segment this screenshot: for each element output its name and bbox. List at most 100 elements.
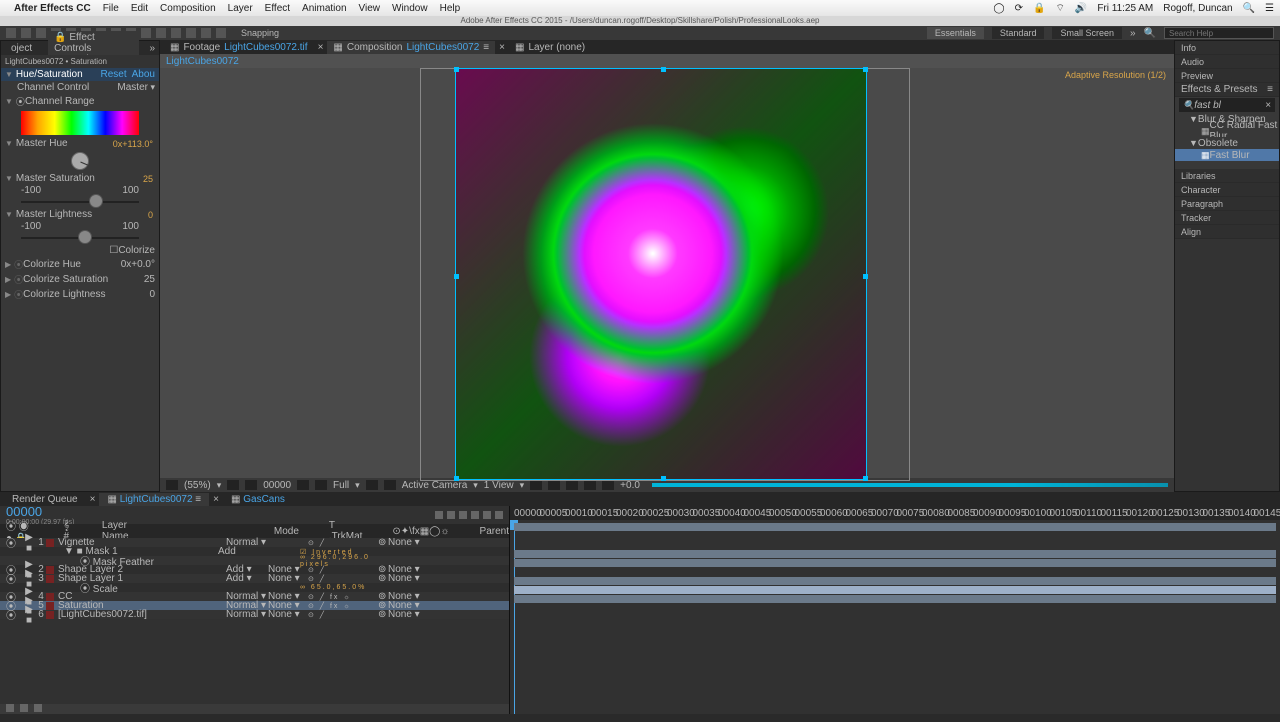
fx-reset[interactable]: Reset — [101, 69, 127, 80]
current-frame[interactable]: 00000 — [6, 504, 75, 519]
menu-effect[interactable]: Effect — [265, 3, 290, 14]
val-master-hue[interactable]: 0x+113.0° — [113, 139, 153, 149]
views-dropdown[interactable]: 1 View — [484, 480, 514, 491]
twirl-icon[interactable]: ▼ — [5, 70, 13, 79]
twirl-icon[interactable]: ▶ — [5, 290, 11, 299]
menu-file[interactable]: File — [103, 3, 119, 14]
channel-icon[interactable] — [315, 480, 327, 490]
panel-info[interactable]: Info — [1175, 41, 1279, 55]
menu-edit[interactable]: Edit — [131, 3, 148, 14]
colorize-checkbox[interactable]: ☐ — [109, 245, 118, 256]
time-ruler[interactable]: 0000000005000100001500020000250003000035… — [510, 506, 1280, 520]
panel-libraries[interactable]: Libraries — [1175, 169, 1279, 183]
effects-search-input[interactable]: 🔍 fast bl × — [1179, 98, 1275, 112]
workspace-essentials[interactable]: Essentials — [927, 27, 984, 39]
layer-bar[interactable] — [514, 577, 1276, 585]
mask-icon[interactable] — [245, 480, 257, 490]
saturation-slider[interactable] — [21, 196, 139, 208]
camera-dropdown[interactable]: Active Camera — [402, 480, 468, 491]
pane-toggle-icon[interactable] — [34, 704, 42, 712]
menubar-notifications-icon[interactable]: ☰ — [1265, 3, 1274, 14]
brush-tool-icon[interactable] — [156, 28, 166, 38]
roi-icon[interactable] — [366, 480, 378, 490]
twirl-icon[interactable]: ▼ — [5, 97, 13, 106]
panel-align[interactable]: Align — [1175, 225, 1279, 239]
menubar-clock[interactable]: Fri 11:25 AM — [1097, 3, 1153, 14]
menu-layer[interactable]: Layer — [228, 3, 253, 14]
workspace-small-screen[interactable]: Small Screen — [1052, 27, 1122, 39]
snapping-toggle[interactable]: Snapping — [241, 28, 279, 38]
roto-tool-icon[interactable] — [201, 28, 211, 38]
menu-composition[interactable]: Composition — [160, 3, 216, 14]
val-master-saturation[interactable]: 25 — [143, 174, 153, 184]
tab-project[interactable]: oject — [5, 42, 38, 55]
hand-tool-icon[interactable] — [21, 28, 31, 38]
timeline-search-icon[interactable] — [435, 511, 443, 519]
comp-breadcrumb[interactable]: LightCubes0072 — [166, 56, 239, 67]
type-tool-icon[interactable] — [141, 28, 151, 38]
zoom-level[interactable]: (55%) — [184, 480, 211, 491]
panel-paragraph[interactable]: Paragraph — [1175, 197, 1279, 211]
twirl-icon[interactable]: ▼ — [5, 174, 13, 183]
channel-control-dropdown[interactable]: Master — [117, 82, 148, 93]
tab-timeline-active[interactable]: ▦ LightCubes0072 ≡ — [99, 493, 209, 506]
twirl-icon[interactable]: ▶ — [5, 275, 11, 284]
pixel-aspect-icon[interactable] — [530, 480, 542, 490]
tab-footage[interactable]: ▦ Footage LightCubes0072.tif — [164, 41, 314, 54]
preset-cc-radial-fast-blur[interactable]: ▦ CC Radial Fast Blur — [1175, 125, 1279, 137]
panel-effects-presets[interactable]: Effects & Presets≡ — [1175, 83, 1279, 97]
layer-bar[interactable] — [514, 595, 1276, 603]
transparency-icon[interactable] — [384, 480, 396, 490]
lightness-slider[interactable] — [21, 232, 139, 244]
fx-hue-saturation[interactable]: Hue/Saturation — [16, 69, 101, 80]
graph-editor-icon[interactable] — [495, 511, 503, 519]
menu-window[interactable]: Window — [392, 3, 428, 14]
exposure-value[interactable]: +0.0 — [620, 480, 640, 491]
panel-preview[interactable]: Preview — [1175, 69, 1279, 83]
menubar-volume-icon[interactable]: 🔊 — [1075, 3, 1087, 14]
panel-tracker[interactable]: Tracker — [1175, 211, 1279, 225]
eraser-tool-icon[interactable] — [186, 28, 196, 38]
menu-help[interactable]: Help — [440, 3, 461, 14]
reset-exposure-icon[interactable] — [602, 480, 614, 490]
layer-bar[interactable] — [514, 586, 1276, 594]
track-area[interactable] — [510, 520, 1280, 714]
layer-row[interactable]: ⦿▶ ■6[LightCubes0072.tif]Normal ▾None ▾⊙… — [0, 610, 509, 619]
current-time[interactable]: 00000 — [263, 480, 291, 491]
app-menu[interactable]: After Effects CC — [14, 3, 91, 14]
toggle-switches-icon[interactable] — [6, 704, 14, 712]
menubar-lock-icon[interactable]: 🔒 — [1033, 3, 1045, 14]
selection-tool-icon[interactable] — [6, 28, 16, 38]
menubar-cc-icon[interactable]: ◯ — [993, 3, 1004, 14]
snapshot-icon[interactable] — [297, 480, 309, 490]
draidden-icon[interactable] — [459, 511, 467, 519]
layer-bar[interactable] — [514, 550, 1276, 558]
comp-flow-icon[interactable] — [584, 480, 596, 490]
angle-control[interactable] — [71, 152, 89, 170]
fx-about[interactable]: Abou — [132, 69, 155, 80]
twirl-icon[interactable]: ▶ — [5, 260, 11, 269]
menu-view[interactable]: View — [359, 3, 381, 14]
puppet-tool-icon[interactable] — [216, 28, 226, 38]
val-master-lightness[interactable]: 0 — [148, 210, 153, 220]
tab-layer[interactable]: ▦ Layer (none) — [509, 41, 591, 54]
layer-bar[interactable] — [514, 559, 1276, 567]
menubar-sync-icon[interactable]: ⟳ — [1015, 3, 1023, 14]
panel-audio[interactable]: Audio — [1175, 55, 1279, 69]
viewer-canvas[interactable]: Adaptive Resolution (1/2) — [160, 68, 1174, 478]
menubar-spotlight-icon[interactable]: 🔍 — [1243, 3, 1255, 14]
fast-preview-icon[interactable] — [548, 480, 560, 490]
hue-spectrum[interactable] — [21, 111, 139, 135]
resolution-dropdown[interactable]: Full — [333, 480, 349, 491]
search-help-input[interactable] — [1164, 27, 1274, 39]
magnification-icon[interactable] — [166, 480, 178, 490]
twirl-icon[interactable]: ▼ — [5, 210, 13, 219]
menubar-wifi-icon[interactable]: ⌔ — [1055, 2, 1064, 15]
tab-timeline-gascans[interactable]: ▦ GasCans — [223, 493, 293, 506]
comp-mini-flow-icon[interactable] — [447, 511, 455, 519]
pane-toggle-icon[interactable] — [20, 704, 28, 712]
panel-character[interactable]: Character — [1175, 183, 1279, 197]
grid-icon[interactable] — [227, 480, 239, 490]
menu-animation[interactable]: Animation — [302, 3, 346, 14]
preset-fast-blur[interactable]: ▦ Fast Blur — [1175, 149, 1279, 161]
